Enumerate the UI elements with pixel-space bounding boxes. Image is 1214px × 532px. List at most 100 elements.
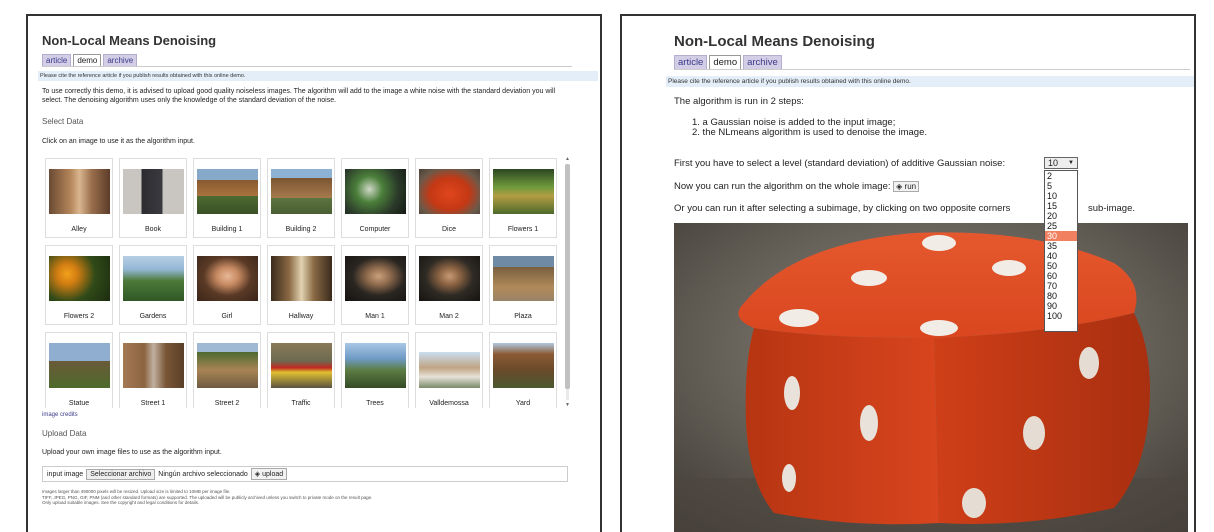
gallery-item-street-2[interactable]: Street 2 (193, 332, 261, 408)
gallery-item-computer[interactable]: Computer (341, 158, 409, 238)
gallery-item-traffic[interactable]: Traffic (267, 332, 335, 408)
noise-level-option[interactable]: 70 (1045, 281, 1077, 291)
tab-archive[interactable]: archive (743, 55, 782, 70)
noise-level-value: 10 (1048, 158, 1059, 168)
gallery-caption: Man 2 (439, 313, 459, 320)
gallery-caption: Street 2 (214, 400, 240, 407)
page-title: Non-Local Means Denoising (42, 33, 217, 48)
noise-level-option[interactable]: 100 (1045, 311, 1077, 321)
tab-divider (42, 66, 572, 67)
chevron-down-icon: ▼ (1068, 160, 1074, 166)
subimage-text-end: sub-image. (1088, 203, 1135, 214)
scroll-up-icon[interactable]: ▲ (564, 156, 571, 162)
image-credits-link[interactable]: image credits (42, 411, 78, 420)
input-image-label: input image (47, 470, 84, 478)
trees-image (345, 343, 406, 388)
gallery-item-street-1[interactable]: Street 1 (119, 332, 187, 408)
cite-notice: Please cite the reference article if you… (38, 71, 598, 81)
upload-instruction: Upload your own image files to use as th… (42, 449, 222, 456)
gallery-item-plaza[interactable]: Plaza (489, 245, 557, 325)
computer-image (345, 169, 406, 214)
upload-data-heading: Upload Data (42, 429, 87, 438)
run-button-label: run (904, 182, 917, 191)
gallery-caption: Gardens (139, 313, 167, 320)
noise-level-option[interactable]: 90 (1045, 301, 1077, 311)
noise-level-option[interactable]: 80 (1045, 291, 1077, 301)
gallery-caption: Dice (441, 226, 456, 233)
gallery-caption: Hallway (288, 313, 314, 320)
fine-print-3: Only upload suitable images. See the cop… (42, 500, 200, 505)
file-status: Ningún archivo seleccionado (158, 470, 248, 478)
cite-notice: Please cite the reference article if you… (666, 76, 1194, 87)
upload-button[interactable]: ◈ upload (250, 468, 288, 480)
scroll-thumb[interactable] (565, 164, 570, 389)
step-2: 2. the NLmeans algorithm is used to deno… (692, 127, 927, 138)
gallery-item-trees[interactable]: Trees (341, 332, 409, 408)
noise-level-option[interactable]: 35 (1045, 241, 1077, 251)
noise-level-option[interactable]: 40 (1045, 251, 1077, 261)
gallery-item-flowers-1[interactable]: Flowers 1 (489, 158, 557, 238)
gallery-item-alley[interactable]: Alley (45, 158, 113, 238)
right-screenshot-panel: Non-Local Means Denoising article demo a… (620, 14, 1196, 532)
flowers-2-image (49, 256, 110, 301)
gallery-caption: Flowers 2 (63, 313, 95, 320)
noise-level-option[interactable]: 5 (1045, 181, 1077, 191)
gallery-item-yard[interactable]: Yard (489, 332, 557, 408)
noise-level-option[interactable]: 10 (1045, 191, 1077, 201)
gallery-item-gardens[interactable]: Gardens (119, 245, 187, 325)
dice-thumb-image (419, 169, 480, 214)
gallery-item-dice[interactable]: Dice (415, 158, 483, 238)
tab-article[interactable]: article (674, 55, 708, 70)
girl-image (197, 256, 258, 301)
gallery-item-girl[interactable]: Girl (193, 245, 261, 325)
upload-form: input image Seleccionar archivo Ningún a… (42, 466, 568, 482)
gallery-item-man-1[interactable]: Man 1 (341, 245, 409, 325)
gallery-caption: Trees (366, 400, 384, 407)
noise-level-option[interactable]: 30 (1045, 231, 1077, 241)
gallery-caption: Man 1 (365, 313, 385, 320)
gallery-item-book[interactable]: Book (119, 158, 187, 238)
gallery-caption: Plaza (514, 313, 532, 320)
tab-demo[interactable]: demo (709, 55, 742, 70)
gallery-caption: Statue (68, 400, 90, 407)
noise-level-dropdown[interactable]: 2 5 10 15 20 25 30 35 40 50 60 70 80 90 100 (1044, 170, 1078, 332)
scroll-down-icon[interactable]: ▼ (564, 402, 571, 408)
gallery-caption: Building 1 (211, 226, 243, 233)
gallery-item-man-2[interactable]: Man 2 (415, 245, 483, 325)
steps-intro: The algorithm is run in 2 steps: (674, 96, 804, 107)
noise-level-select[interactable]: 10 ▼ (1044, 157, 1078, 169)
gallery-caption: Alley (71, 226, 87, 233)
tab-bar: article demo archive (674, 55, 782, 70)
input-image-dice[interactable] (674, 223, 1188, 532)
intro-text: To use correctly this demo, it is advise… (42, 88, 556, 104)
gallery-caption: Street 1 (140, 400, 166, 407)
gallery-caption: Book (145, 226, 161, 233)
noise-level-option[interactable]: 15 (1045, 201, 1077, 211)
select-data-heading: Select Data (42, 117, 84, 126)
run-icon: ◈ (896, 182, 903, 191)
select-instruction: Click on an image to use it as the algor… (42, 138, 195, 145)
gallery-scrollbar[interactable]: ▲ ▼ (564, 156, 571, 410)
gallery-item-valldemossa[interactable]: Valldemossa (415, 332, 483, 408)
gallery-caption: Girl (221, 313, 233, 320)
gallery-item-statue[interactable]: Statue (45, 332, 113, 408)
noise-level-option[interactable]: 50 (1045, 261, 1077, 271)
noise-level-option[interactable]: 2 (1045, 171, 1077, 181)
noise-level-option[interactable]: 20 (1045, 211, 1077, 221)
choose-file-button[interactable]: Seleccionar archivo (86, 468, 156, 480)
gallery-item-flowers-2[interactable]: Flowers 2 (45, 245, 113, 325)
hallway-image (271, 256, 332, 301)
gallery-item-hallway[interactable]: Hallway (267, 245, 335, 325)
page-title: Non-Local Means Denoising (674, 33, 875, 50)
image-gallery: Alley Book Building 1 Building 2 Compute… (42, 158, 571, 408)
run-button[interactable]: ◈ run (893, 181, 920, 192)
gallery-item-building-1[interactable]: Building 1 (193, 158, 261, 238)
gallery-caption: Valldemossa (429, 400, 469, 407)
gallery-caption: Flowers 1 (507, 226, 539, 233)
noise-level-option[interactable]: 25 (1045, 221, 1077, 231)
gallery-item-building-2[interactable]: Building 2 (267, 158, 335, 238)
gallery-caption: Yard (515, 400, 531, 407)
noise-level-option[interactable]: 60 (1045, 271, 1077, 281)
alley-image (49, 169, 110, 214)
valldemossa-image (419, 343, 480, 388)
